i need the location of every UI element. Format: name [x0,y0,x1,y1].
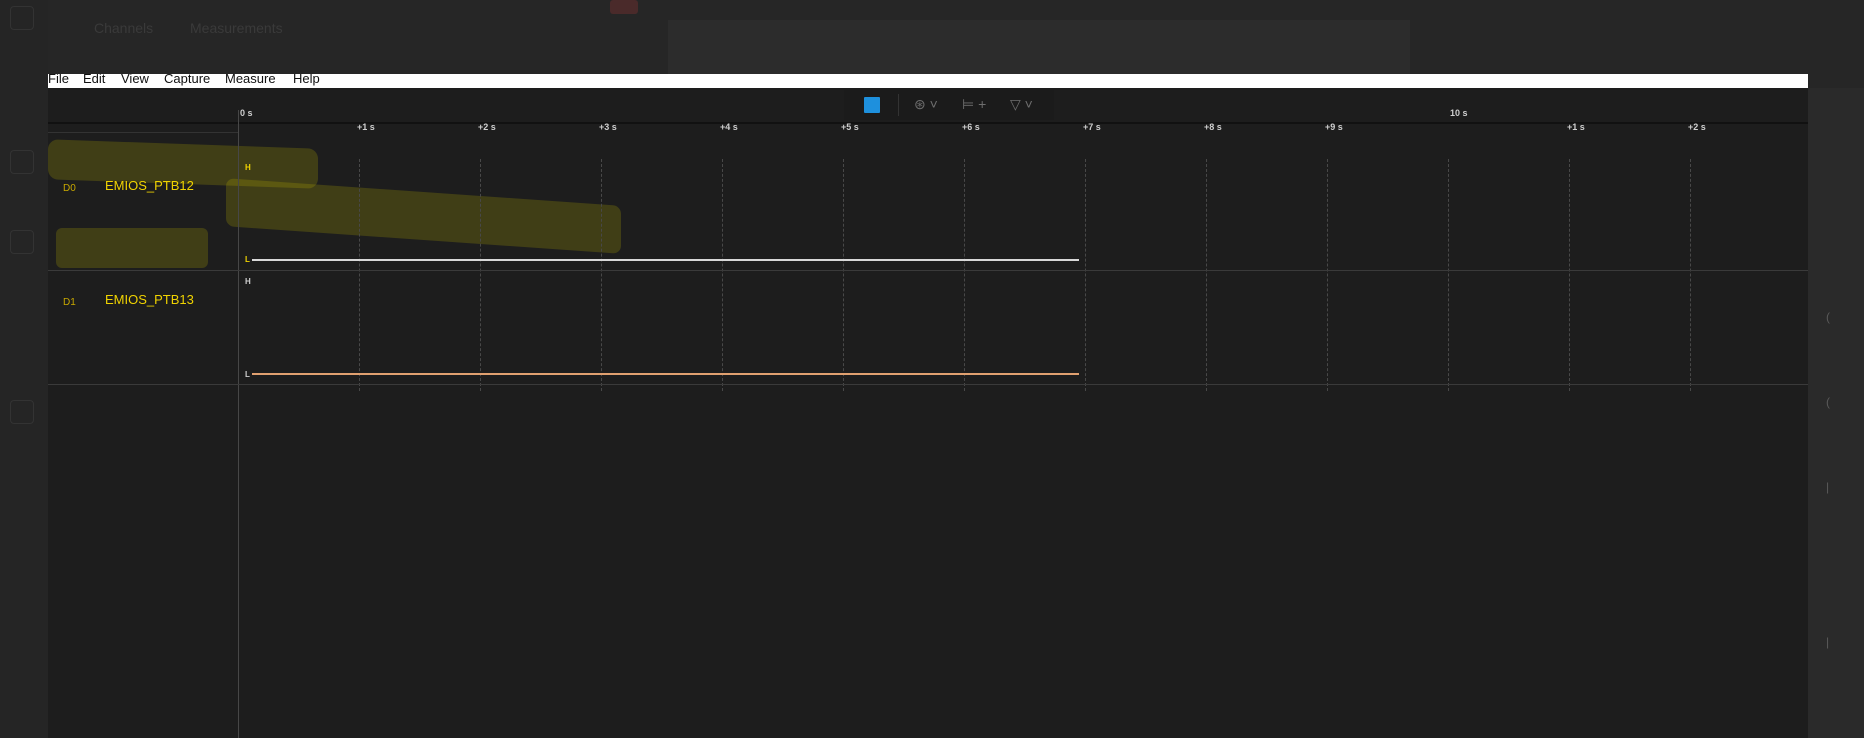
logic-analyzer-window: File Edit View Capture Measure Help ⊛ ˅ … [48,74,1808,738]
stop-capture-button[interactable] [864,97,880,113]
ruler-tick: +2 s [478,122,496,132]
ruler-tick: +8 s [1204,122,1222,132]
ruler-tick: +7 s [1083,122,1101,132]
menu-file[interactable]: File [48,74,69,86]
background-panel [668,20,1410,74]
menu-view[interactable]: View [121,74,149,86]
rail-icon: ( [1826,310,1830,324]
menu-edit[interactable]: Edit [83,74,105,86]
background-tab-channels[interactable]: Channels [94,20,153,36]
marker-icon[interactable]: ▽ ˅ [1010,96,1033,113]
rail-icon: | [1826,635,1830,649]
menu-measure[interactable]: Measure [225,74,276,86]
background-sidebar [0,0,48,738]
ruler-tick: +4 s [720,122,738,132]
ruler-tick: +1 s [357,122,375,132]
grid-line [964,159,965,391]
menu-capture[interactable]: Capture [164,74,210,86]
grid-line [1327,159,1328,391]
low-level-marker: L [245,370,250,379]
channel-divider [48,384,1808,385]
sidebar-icon [10,150,34,174]
rail-icon: ( [1826,395,1830,409]
background-tab-measurements[interactable]: Measurements [190,20,283,36]
ruler-tick: +1 s [1567,122,1585,132]
zoom-fit-icon[interactable]: ⊨ + [962,96,986,113]
grid-line [722,159,723,391]
high-level-marker: H [245,163,251,172]
grid-line [1569,159,1570,391]
signal-trace-d0 [252,259,1079,261]
grid-line [1206,159,1207,391]
channel-name[interactable]: EMIOS_PTB12 [105,178,194,193]
ruler-tick: +6 s [962,122,980,132]
low-level-marker: L [245,255,250,264]
channel-name[interactable]: EMIOS_PTB13 [105,292,194,307]
signal-trace-d1 [252,373,1079,375]
ruler-tick: +2 s [1688,122,1706,132]
channel-divider [48,270,1808,271]
ruler-tick: +5 s [841,122,859,132]
toolbar-separator [898,94,899,116]
sidebar-icon [10,230,34,254]
highlighter-mark [226,178,621,254]
grid-line [601,159,602,391]
rail-icon: | [1826,480,1830,494]
grid-line [1448,159,1449,391]
channel-id: D0 [63,183,76,194]
grid-line [359,159,360,391]
ruler-tick: +9 s [1325,122,1343,132]
time-origin-line [238,110,239,738]
channel-divider [48,132,238,133]
menu-help[interactable]: Help [293,74,320,86]
high-level-marker: H [245,277,251,286]
grid-line [480,159,481,391]
capture-toolbar: ⊛ ˅ ⊨ + ▽ ˅ [844,90,1054,120]
grid-line [1085,159,1086,391]
grid-line [843,159,844,391]
trigger-icon[interactable]: ⊛ ˅ [914,96,938,113]
sidebar-icon [10,6,34,30]
grid-line [1690,159,1691,391]
ruler-major-label: 10 s [1450,108,1468,118]
timeline-top-border [48,122,1808,124]
ruler-major-label: 0 s [240,108,253,118]
ruler-tick: +3 s [599,122,617,132]
menu-bar: File Edit View Capture Measure Help [48,74,1808,88]
sidebar-icon [10,400,34,424]
right-rail [1808,88,1864,738]
background-icon [610,0,638,14]
highlighter-mark [56,228,208,268]
channel-id: D1 [63,297,76,308]
